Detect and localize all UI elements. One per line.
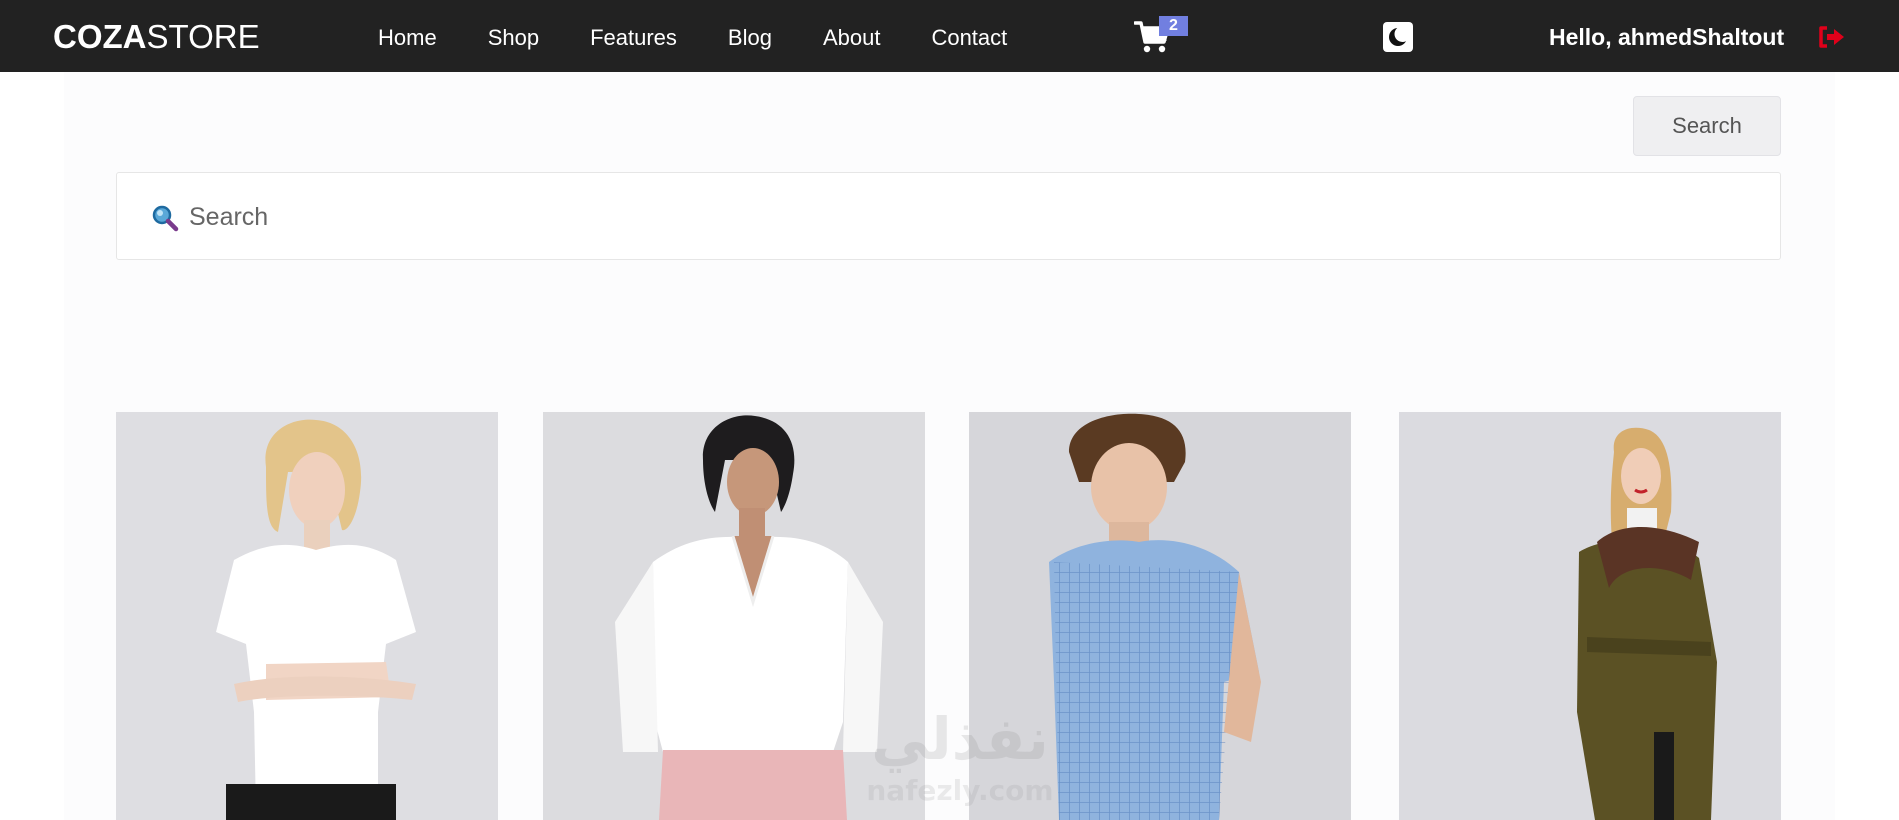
cart-button[interactable]: 2	[1132, 16, 1188, 56]
nav-link-shop[interactable]: Shop	[488, 25, 539, 51]
brand-light-text: STORE	[146, 18, 260, 55]
nav-link-blog[interactable]: Blog	[728, 25, 772, 51]
logout-button[interactable]	[1818, 26, 1846, 48]
moon-icon	[1389, 26, 1411, 46]
product-image	[1399, 412, 1781, 820]
brand-logo[interactable]: COZASTORE	[53, 18, 260, 56]
search-bar	[116, 172, 1781, 260]
nav-link-features[interactable]: Features	[590, 25, 677, 51]
top-navbar: COZASTORE Home Shop Features Blog About …	[0, 0, 1899, 72]
brand-bold-text: COZA	[53, 18, 147, 55]
product-card-4[interactable]	[1399, 412, 1781, 820]
product-card-3[interactable]	[969, 412, 1351, 820]
product-image	[116, 412, 498, 820]
search-toggle-button[interactable]: Search	[1633, 96, 1781, 156]
sign-out-icon	[1819, 26, 1844, 48]
nav-link-about[interactable]: About	[823, 25, 881, 51]
cart-count-badge: 2	[1159, 16, 1188, 36]
product-image	[543, 412, 925, 820]
main-nav: Home Shop Features Blog About Contact	[378, 25, 1007, 51]
search-icon	[152, 205, 179, 232]
theme-toggle-button[interactable]	[1383, 22, 1413, 52]
nav-link-home[interactable]: Home	[378, 25, 437, 51]
product-card-1[interactable]	[116, 412, 498, 820]
product-card-2[interactable]	[543, 412, 925, 820]
product-grid	[116, 412, 1781, 820]
user-greeting: Hello, ahmedShaltout	[1549, 24, 1785, 50]
nav-link-contact[interactable]: Contact	[931, 25, 1007, 51]
search-input[interactable]	[189, 193, 1749, 241]
product-image	[969, 412, 1351, 820]
